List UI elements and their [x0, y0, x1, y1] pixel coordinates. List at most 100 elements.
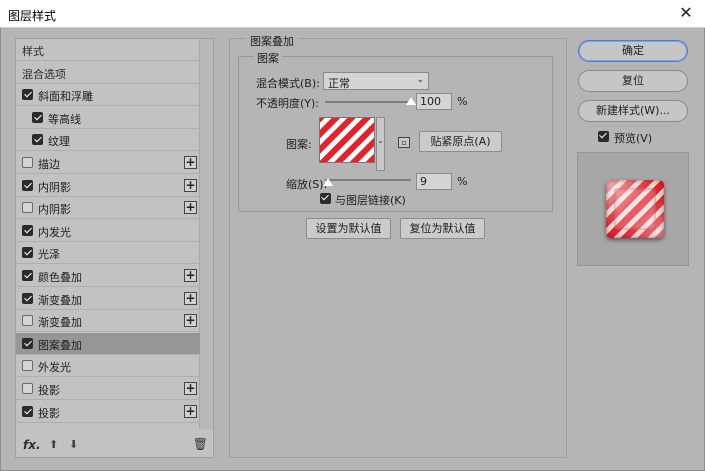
- style-list-item[interactable]: 纹理: [16, 129, 200, 152]
- section-title: 图案叠加: [246, 33, 298, 49]
- snap-origin-button[interactable]: 贴紧原点(A): [419, 131, 502, 152]
- preview-thumbnail: [606, 180, 664, 238]
- blend-mode-label: 混合模式(B):: [256, 77, 320, 90]
- style-list-item[interactable]: 图案叠加: [16, 332, 200, 355]
- style-preview: [577, 152, 689, 266]
- style-list-item[interactable]: 投影 +: [16, 378, 200, 400]
- effect-checkbox[interactable]: [22, 360, 33, 372]
- style-list-item-label: 颜色叠加: [38, 271, 82, 284]
- opacity-slider-thumb[interactable]: [406, 97, 416, 105]
- dialog-title: 图层样式: [8, 9, 57, 23]
- add-effect-icon[interactable]: +: [184, 291, 197, 305]
- ok-button[interactable]: 确定: [578, 40, 688, 62]
- style-list-item-label: 投影: [38, 384, 60, 397]
- effect-checkbox[interactable]: [22, 89, 33, 101]
- add-effect-icon[interactable]: +: [184, 314, 197, 328]
- style-list-item-label: 样式: [22, 45, 44, 58]
- close-icon[interactable]: ✕: [677, 4, 695, 22]
- opacity-input[interactable]: 100: [416, 93, 452, 110]
- style-list-item[interactable]: 光泽: [16, 242, 200, 265]
- style-list-item[interactable]: 斜面和浮雕: [16, 84, 200, 107]
- delete-icon[interactable]: 🗑: [193, 437, 208, 451]
- style-list-item[interactable]: 等高线: [16, 107, 200, 129]
- style-list-item-label: 内阴影: [38, 180, 71, 194]
- chevron-down-icon: ⌄: [416, 75, 424, 85]
- style-list-item[interactable]: 渐变叠加 +: [16, 310, 200, 333]
- blend-mode-value: 正常: [328, 77, 350, 90]
- preview-checkbox[interactable]: [598, 131, 609, 142]
- add-effect-icon[interactable]: +: [184, 269, 197, 282]
- style-list-item-label: 外发光: [38, 361, 71, 375]
- new-preset-icon[interactable]: ▫: [398, 137, 410, 148]
- fx-menu-icon[interactable]: fx.: [23, 438, 41, 452]
- link-with-layer-label: 与图层链接(K): [335, 194, 406, 207]
- effect-checkbox[interactable]: [22, 405, 33, 417]
- new-style-button[interactable]: 新建样式(W)...: [578, 100, 688, 122]
- layer-style-list: 样式 混合选项 斜面和浮雕 等高线 纹理 描边 + 内阴影 + 内阴影 + 内发光 光泽 颜色叠加 + 渐变叠…: [15, 38, 214, 458]
- title-bar: 图层样式 ✕: [0, 0, 705, 28]
- style-list-item-label: 光泽: [38, 248, 60, 262]
- style-list-item-label: 投影: [38, 406, 60, 420]
- scale-input[interactable]: 9: [416, 173, 452, 190]
- style-list-footer: fx. ⬆ ⬇ 🗑: [15, 432, 214, 458]
- effect-checkbox[interactable]: [22, 179, 33, 191]
- style-list-item[interactable]: 混合选项: [16, 62, 200, 84]
- style-list-item[interactable]: 外发光: [16, 355, 200, 378]
- opacity-slider[interactable]: [325, 101, 411, 103]
- style-list-item-label: 纹理: [48, 135, 70, 149]
- add-effect-icon[interactable]: +: [184, 382, 197, 395]
- effect-checkbox[interactable]: [22, 383, 33, 394]
- style-list-item-label: 渐变叠加: [38, 316, 82, 330]
- opacity-label: 不透明度(Y):: [256, 97, 320, 110]
- chevron-down-icon: ⌄: [377, 136, 384, 145]
- style-list-item[interactable]: 渐变叠加 +: [16, 288, 200, 310]
- scale-slider-thumb[interactable]: [323, 178, 333, 186]
- style-list-item-label: 混合选项: [22, 67, 66, 81]
- style-list-item-label: 渐变叠加: [38, 293, 82, 307]
- style-list-item-label: 内阴影: [38, 203, 71, 217]
- scale-slider[interactable]: [325, 179, 411, 181]
- add-effect-icon[interactable]: +: [184, 404, 197, 418]
- effect-checkbox[interactable]: [22, 157, 33, 168]
- style-list-item[interactable]: 内阴影 +: [16, 197, 200, 220]
- set-default-button[interactable]: 设置为默认值: [306, 218, 391, 239]
- scale-label: 缩放(S):: [286, 178, 328, 191]
- add-effect-icon[interactable]: +: [184, 201, 197, 215]
- preview-label: 预览(V): [614, 132, 653, 145]
- style-list-item[interactable]: 样式: [16, 39, 200, 61]
- style-list-item-label: 内发光: [38, 225, 71, 239]
- reset-default-button[interactable]: 复位为默认值: [400, 218, 485, 239]
- list-scrollbar[interactable]: [199, 39, 213, 429]
- style-list-item-label: 图案叠加: [38, 338, 82, 352]
- reset-button[interactable]: 复位: [578, 70, 688, 92]
- style-list-item-label: 斜面和浮雕: [38, 90, 93, 104]
- move-up-icon[interactable]: ⬆: [49, 438, 58, 451]
- blend-mode-select[interactable]: 正常 ⌄: [323, 72, 429, 90]
- style-list-item[interactable]: 内发光: [16, 220, 200, 242]
- style-list-item[interactable]: 描边 +: [16, 152, 200, 174]
- style-list-item-label: 等高线: [48, 112, 81, 126]
- style-list-item-label: 描边: [38, 158, 60, 171]
- group-title: 图案: [254, 50, 282, 66]
- link-with-layer-checkbox[interactable]: [320, 193, 331, 204]
- style-list-item[interactable]: 内阴影 +: [16, 175, 200, 197]
- move-down-icon[interactable]: ⬇: [69, 438, 78, 451]
- effect-checkbox[interactable]: [22, 337, 33, 349]
- effect-checkbox[interactable]: [32, 111, 43, 123]
- add-effect-icon[interactable]: +: [184, 178, 197, 192]
- opacity-unit: %: [457, 95, 468, 108]
- pattern-label: 图案:: [286, 138, 312, 151]
- effect-checkbox[interactable]: [22, 315, 33, 327]
- scale-unit: %: [457, 175, 468, 188]
- style-list-item[interactable]: 投影 +: [16, 401, 200, 423]
- pattern-dropdown[interactable]: ⌄: [376, 117, 385, 171]
- add-effect-icon[interactable]: +: [184, 156, 197, 169]
- pattern-swatch[interactable]: [319, 117, 375, 163]
- effect-checkbox[interactable]: [22, 292, 33, 304]
- effect-checkbox[interactable]: [22, 202, 33, 214]
- effect-checkbox[interactable]: [22, 224, 33, 236]
- style-list-item[interactable]: 颜色叠加 +: [16, 265, 200, 287]
- effect-checkbox[interactable]: [22, 270, 33, 281]
- effect-checkbox[interactable]: [32, 134, 43, 146]
- effect-checkbox[interactable]: [22, 247, 33, 259]
